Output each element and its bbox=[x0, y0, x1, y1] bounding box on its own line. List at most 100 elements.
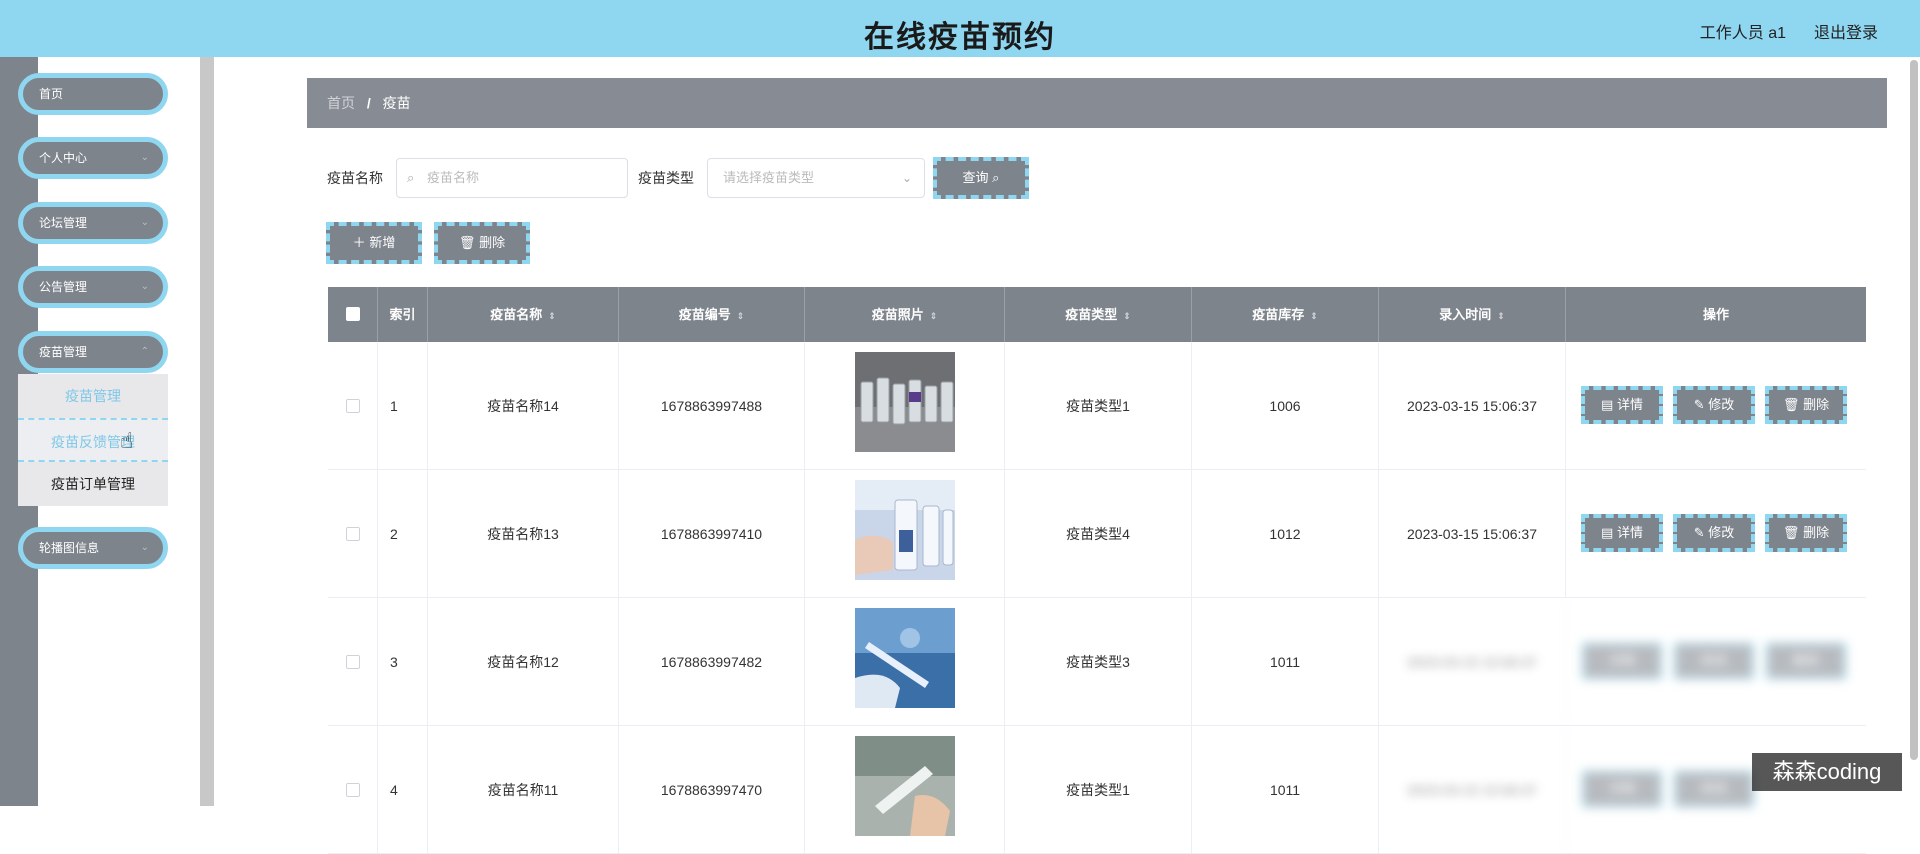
row-checkbox[interactable] bbox=[346, 527, 360, 541]
pencil-icon: ✎ bbox=[1693, 397, 1705, 412]
row-code: 1678863997482 bbox=[619, 598, 805, 726]
trash-icon: 🗑 bbox=[1782, 397, 1800, 412]
col-name[interactable]: 疫苗名称 ⇕ bbox=[428, 287, 619, 342]
sidebar-item-profile[interactable]: 个人中心 ⌄ bbox=[18, 137, 168, 179]
row-checkbox[interactable] bbox=[346, 655, 360, 669]
vaccine-photo[interactable] bbox=[855, 352, 955, 452]
row-index: 1 bbox=[378, 342, 428, 470]
row-code: 1678863997488 bbox=[619, 342, 805, 470]
col-time[interactable]: 录入时间 ⇕ bbox=[1379, 287, 1566, 342]
select-all-cell bbox=[328, 287, 378, 342]
sidebar-item-notice[interactable]: 公告管理 ⌄ bbox=[18, 266, 168, 308]
sidebar-divider bbox=[200, 57, 214, 806]
row-type: 疫苗类型3 bbox=[1005, 598, 1192, 726]
sidebar-item-label: 公告管理 bbox=[39, 280, 88, 294]
table-row: 1 疫苗名称14 1678863997488 疫苗类型1 1006 2023-0… bbox=[328, 342, 1866, 470]
delete-button[interactable]: 🗑 删除 bbox=[1765, 514, 1847, 552]
row-actions: ▤ 详情 ✎ 修改 🗑 删除 bbox=[1566, 342, 1866, 470]
row-select-cell bbox=[328, 342, 378, 470]
sort-icon[interactable]: ⇕ bbox=[1310, 311, 1318, 321]
detail-label: 详情 bbox=[1608, 781, 1635, 796]
query-button[interactable]: 查询 ⌕ bbox=[933, 157, 1029, 199]
col-type-label: 疫苗类型 bbox=[1065, 307, 1118, 322]
breadcrumb-separator: / bbox=[366, 95, 371, 111]
delete-button[interactable]: 🗑 删除 bbox=[1765, 386, 1847, 424]
vaccine-photo[interactable] bbox=[855, 608, 955, 708]
add-button-label: 新增 bbox=[369, 235, 396, 250]
row-index: 4 bbox=[378, 726, 428, 854]
row-photo-cell bbox=[805, 470, 1005, 598]
edit-label: 修改 bbox=[1708, 397, 1735, 412]
submenu-vaccine-order[interactable]: 疫苗订单管理 bbox=[18, 462, 168, 506]
sort-icon[interactable]: ⇕ bbox=[1123, 311, 1131, 321]
row-time: 2023-03-15 15:06:37 bbox=[1379, 342, 1566, 470]
sort-icon[interactable]: ⇕ bbox=[930, 311, 938, 321]
detail-button[interactable]: ▤ 详情 bbox=[1581, 386, 1663, 424]
detail-button[interactable]: 详情 bbox=[1581, 642, 1663, 680]
detail-label: 详情 bbox=[1616, 525, 1643, 540]
sidebar-item-vaccine[interactable]: 疫苗管理 ⌃ bbox=[18, 331, 168, 373]
vaccine-photo[interactable] bbox=[855, 480, 955, 580]
batch-delete-button[interactable]: 🗑 删除 bbox=[434, 222, 530, 264]
sidebar-item-carousel[interactable]: 轮播图信息 ⌄ bbox=[18, 527, 168, 569]
page-scrollbar[interactable] bbox=[1910, 60, 1918, 760]
edit-label: 修改 bbox=[1700, 653, 1727, 668]
row-type: 疫苗类型1 bbox=[1005, 342, 1192, 470]
col-type[interactable]: 疫苗类型 ⇕ bbox=[1005, 287, 1192, 342]
edit-button[interactable]: ✎ 修改 bbox=[1673, 514, 1755, 552]
table-row: 2 疫苗名称13 1678863997410 疫苗类型4 1012 2023-0… bbox=[328, 470, 1866, 598]
plus-icon: ＋ bbox=[352, 235, 366, 250]
col-photo-label: 疫苗照片 bbox=[871, 307, 924, 322]
sort-icon[interactable]: ⇕ bbox=[1497, 311, 1505, 321]
col-stock[interactable]: 疫苗库存 ⇕ bbox=[1192, 287, 1379, 342]
sort-icon[interactable]: ⇕ bbox=[737, 311, 745, 321]
search-icon: ⌕ bbox=[407, 170, 415, 185]
vaccine-photo[interactable] bbox=[855, 736, 955, 836]
breadcrumb-home[interactable]: 首页 bbox=[327, 95, 355, 111]
chevron-up-icon: ⌃ bbox=[140, 346, 149, 357]
col-photo[interactable]: 疫苗照片 ⇕ bbox=[805, 287, 1005, 342]
submenu-vaccine-feedback[interactable]: 疫苗反馈管理 bbox=[18, 418, 168, 462]
edit-button[interactable]: 修改 bbox=[1673, 642, 1755, 680]
edit-button[interactable]: ✎ 修改 bbox=[1673, 386, 1755, 424]
add-button[interactable]: ＋ 新增 bbox=[326, 222, 422, 264]
app-title: 在线疫苗预约 bbox=[864, 21, 1056, 54]
batch-delete-label: 删除 bbox=[479, 235, 506, 250]
detail-button[interactable]: ▤ 详情 bbox=[1581, 514, 1663, 552]
delete-label: 删除 bbox=[1792, 653, 1819, 668]
delete-label: 删除 bbox=[1803, 397, 1830, 412]
row-name: 疫苗名称12 bbox=[428, 598, 619, 726]
col-stock-label: 疫苗库存 bbox=[1252, 307, 1305, 322]
row-time: 2023-03-15 15:06:37 bbox=[1379, 470, 1566, 598]
row-select-cell bbox=[328, 726, 378, 854]
row-select-cell bbox=[328, 598, 378, 726]
chevron-down-icon: ⌄ bbox=[140, 281, 149, 292]
col-code[interactable]: 疫苗编号 ⇕ bbox=[619, 287, 805, 342]
sidebar-item-home[interactable]: 首页 bbox=[18, 73, 168, 115]
row-checkbox[interactable] bbox=[346, 783, 360, 797]
row-type: 疫苗类型4 bbox=[1005, 470, 1192, 598]
row-index: 3 bbox=[378, 598, 428, 726]
vaccine-type-select[interactable]: 请选择疫苗类型 ⌄ bbox=[707, 158, 925, 198]
sort-icon[interactable]: ⇕ bbox=[548, 311, 556, 321]
vaccine-type-placeholder: 请选择疫苗类型 bbox=[723, 170, 815, 185]
row-code: 1678863997470 bbox=[619, 726, 805, 854]
edit-label: 修改 bbox=[1708, 525, 1735, 540]
delete-button[interactable]: 删除 bbox=[1765, 642, 1847, 680]
row-name: 疫苗名称14 bbox=[428, 342, 619, 470]
row-type: 疫苗类型1 bbox=[1005, 726, 1192, 854]
row-index: 2 bbox=[378, 470, 428, 598]
content-gap bbox=[214, 57, 220, 806]
vaccine-name-input[interactable]: ⌕ 疫苗名称 bbox=[396, 158, 628, 198]
detail-button[interactable]: 详情 bbox=[1581, 770, 1663, 808]
row-checkbox[interactable] bbox=[346, 399, 360, 413]
table-row: 3 疫苗名称12 1678863997482 疫苗类型3 1011 2023-0… bbox=[328, 598, 1866, 726]
trash-icon: 🗑 bbox=[458, 235, 476, 250]
submenu-vaccine-manage[interactable]: 疫苗管理 bbox=[18, 374, 168, 418]
select-all-checkbox[interactable] bbox=[346, 307, 360, 321]
logout-link[interactable]: 退出登录 bbox=[1814, 19, 1878, 43]
edit-button[interactable]: 修改 bbox=[1673, 770, 1755, 808]
sidebar-item-forum[interactable]: 论坛管理 ⌄ bbox=[18, 202, 168, 244]
chevron-down-icon: ⌄ bbox=[901, 171, 912, 185]
row-stock: 1012 bbox=[1192, 470, 1379, 598]
